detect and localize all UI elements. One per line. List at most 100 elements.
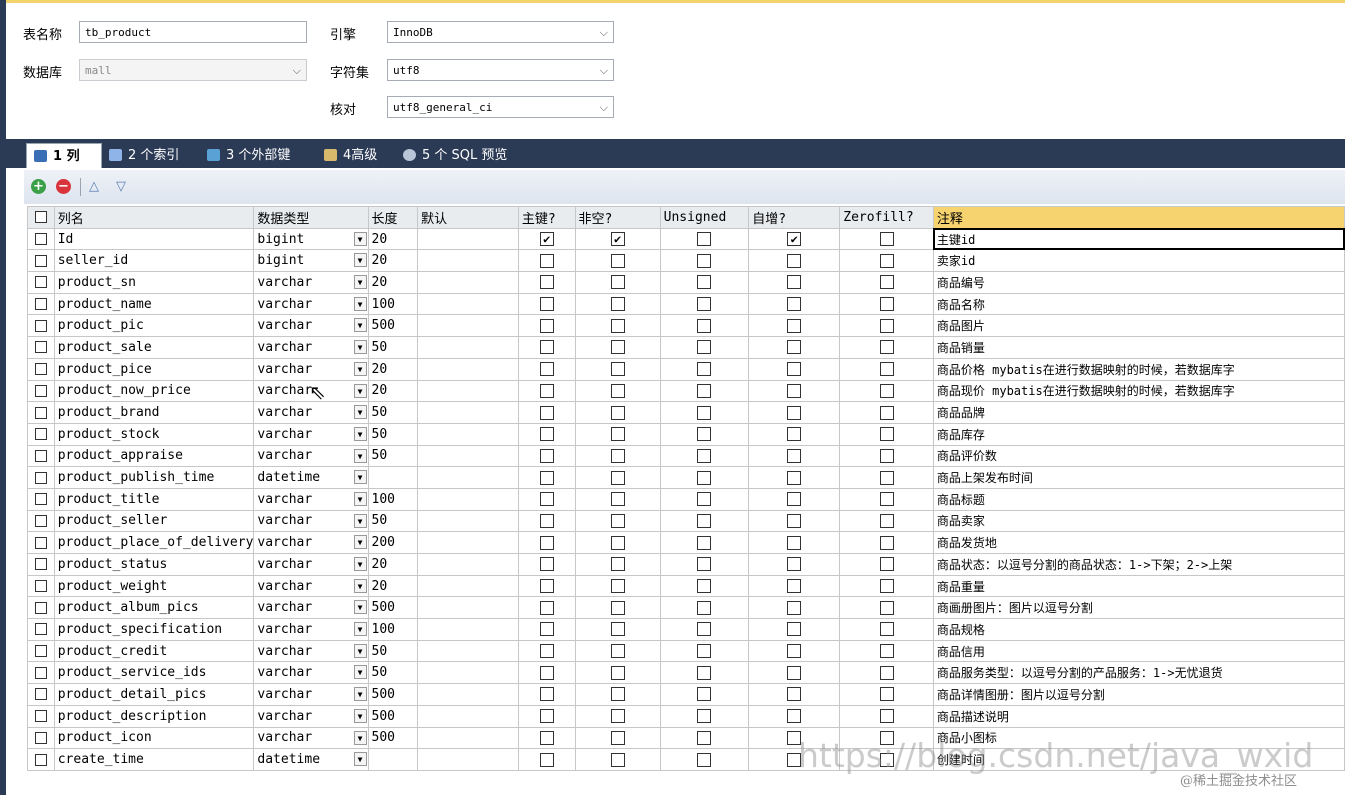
comment-cell[interactable]: 商品发货地 — [932, 531, 1345, 554]
auto-increment-cell[interactable] — [748, 683, 841, 706]
checkbox-icon[interactable] — [539, 644, 554, 659]
column-name-cell[interactable]: product_brand — [53, 401, 255, 424]
checkbox-icon[interactable] — [879, 579, 894, 594]
auto-increment-cell[interactable] — [748, 314, 841, 338]
unsigned-cell[interactable] — [659, 704, 750, 728]
checkbox-icon[interactable] — [787, 535, 802, 550]
data-type-cell[interactable]: datetime ▼ — [253, 466, 369, 489]
column-name-cell[interactable]: Id — [53, 227, 255, 251]
default-cell[interactable] — [417, 292, 519, 316]
column-name-cell[interactable]: product_now_price — [53, 379, 255, 403]
checkbox-icon[interactable] — [697, 297, 712, 312]
zerofill-cell[interactable] — [839, 574, 934, 598]
dropdown-arrow-icon[interactable]: ▼ — [353, 361, 367, 376]
checkbox-checked-icon[interactable]: ✔ — [787, 232, 802, 247]
checkbox-icon[interactable] — [787, 427, 802, 442]
auto-increment-cell[interactable] — [748, 422, 841, 446]
checkbox-icon[interactable] — [879, 275, 894, 290]
table-row[interactable]: product_sale varchar ▼ 50 商品销量 — [27, 336, 1345, 359]
table-row[interactable]: product_publish_time datetime ▼ 商品上架发布时间 — [27, 466, 1345, 489]
comment-cell[interactable]: 商品状态：以逗号分割的商品状态：1->下架；2->上架 — [932, 553, 1345, 576]
dropdown-arrow-icon[interactable]: ▼ — [353, 405, 367, 420]
column-name-cell[interactable]: product_credit — [53, 639, 255, 663]
primary-key-cell[interactable] — [517, 704, 576, 728]
dropdown-arrow-icon[interactable]: ▼ — [353, 535, 367, 550]
comment-cell[interactable]: 商品现价 mybatis在进行数据映射的时候，若数据库字 — [932, 379, 1345, 403]
default-cell[interactable] — [417, 553, 519, 576]
checkbox-icon[interactable] — [787, 600, 802, 615]
dropdown-arrow-icon[interactable]: ▼ — [353, 231, 367, 246]
checkbox-icon[interactable] — [539, 665, 554, 680]
checkbox-icon[interactable] — [879, 448, 894, 463]
primary-key-cell[interactable] — [517, 422, 576, 446]
zerofill-cell[interactable] — [839, 553, 934, 576]
checkbox-icon[interactable] — [787, 622, 802, 637]
checkbox-icon[interactable] — [539, 557, 554, 572]
row-select-checkbox[interactable] — [27, 444, 55, 468]
checkbox-icon[interactable] — [879, 492, 894, 507]
table-row[interactable]: product_seller varchar ▼ 50 商品卖家 — [27, 509, 1345, 533]
zerofill-cell[interactable] — [839, 379, 934, 403]
checkbox-icon[interactable] — [539, 470, 554, 485]
data-type-cell[interactable]: varchar ▼ — [253, 271, 369, 294]
checkbox-icon[interactable] — [610, 383, 625, 398]
unsigned-cell[interactable] — [659, 357, 750, 381]
table-name-input[interactable]: tb_product — [79, 21, 307, 43]
row-select-checkbox[interactable] — [27, 227, 55, 251]
move-down-button[interactable]: ▽ — [116, 179, 126, 194]
checkbox-icon[interactable] — [610, 362, 625, 377]
length-cell[interactable]: 50 — [367, 509, 419, 533]
zerofill-cell[interactable] — [839, 704, 934, 728]
length-cell[interactable]: 500 — [367, 314, 419, 338]
select-all-checkbox[interactable] — [27, 206, 55, 229]
checkbox-icon[interactable] — [697, 730, 712, 745]
data-type-cell[interactable]: varchar ▼ — [253, 314, 369, 338]
length-cell[interactable]: 50 — [367, 661, 419, 685]
data-type-cell[interactable]: varchar ▼ — [253, 574, 369, 598]
checkbox-icon[interactable] — [697, 318, 712, 333]
length-cell[interactable]: 20 — [367, 574, 419, 598]
primary-key-cell[interactable] — [517, 314, 576, 338]
row-select-checkbox[interactable] — [27, 618, 55, 641]
length-cell[interactable]: 20 — [367, 227, 419, 251]
auto-increment-cell[interactable] — [748, 487, 841, 511]
column-name-cell[interactable]: product_status — [53, 553, 255, 576]
auto-increment-cell[interactable] — [748, 574, 841, 598]
checkbox-icon[interactable] — [879, 513, 894, 528]
zerofill-cell[interactable] — [839, 639, 934, 663]
checkbox-icon[interactable] — [697, 232, 712, 247]
table-row[interactable]: product_credit varchar ▼ 50 商品信用 — [27, 639, 1345, 663]
checkbox-icon[interactable] — [610, 730, 625, 745]
length-cell[interactable]: 500 — [367, 704, 419, 728]
checkbox-icon[interactable] — [697, 513, 712, 528]
checkbox-icon[interactable] — [787, 579, 802, 594]
not-null-cell[interactable] — [574, 574, 661, 598]
zerofill-cell[interactable] — [839, 683, 934, 706]
primary-key-cell[interactable] — [517, 357, 576, 381]
checkbox-icon[interactable] — [787, 318, 802, 333]
unsigned-cell[interactable] — [659, 726, 750, 750]
checkbox-icon[interactable] — [610, 687, 625, 702]
default-cell[interactable] — [417, 639, 519, 663]
primary-key-cell[interactable] — [517, 444, 576, 468]
unsigned-cell[interactable] — [659, 379, 750, 403]
column-name-cell[interactable]: product_name — [53, 292, 255, 316]
checkbox-icon[interactable] — [787, 405, 802, 420]
table-row[interactable]: product_stock varchar ▼ 50 商品库存 — [27, 422, 1345, 446]
table-row[interactable]: product_description varchar ▼ 500 商品描述说明 — [27, 704, 1345, 728]
data-type-cell[interactable]: bigint ▼ — [253, 249, 369, 273]
dropdown-arrow-icon[interactable]: ▼ — [353, 730, 367, 745]
checkbox-icon[interactable] — [697, 600, 712, 615]
auto-increment-cell[interactable] — [748, 336, 841, 359]
data-type-cell[interactable]: varchar ▼ — [253, 639, 369, 663]
checkbox-icon[interactable] — [539, 297, 554, 312]
comment-cell[interactable]: 商画册图片：图片以逗号分割 — [932, 596, 1345, 620]
checkbox-icon[interactable] — [610, 644, 625, 659]
primary-key-cell[interactable] — [517, 531, 576, 554]
primary-key-cell[interactable] — [517, 487, 576, 511]
column-name-cell[interactable]: product_album_pics — [53, 596, 255, 620]
checkbox-icon[interactable] — [879, 340, 894, 355]
default-cell[interactable] — [417, 271, 519, 294]
checkbox-icon[interactable] — [879, 557, 894, 572]
row-select-checkbox[interactable] — [27, 379, 55, 403]
